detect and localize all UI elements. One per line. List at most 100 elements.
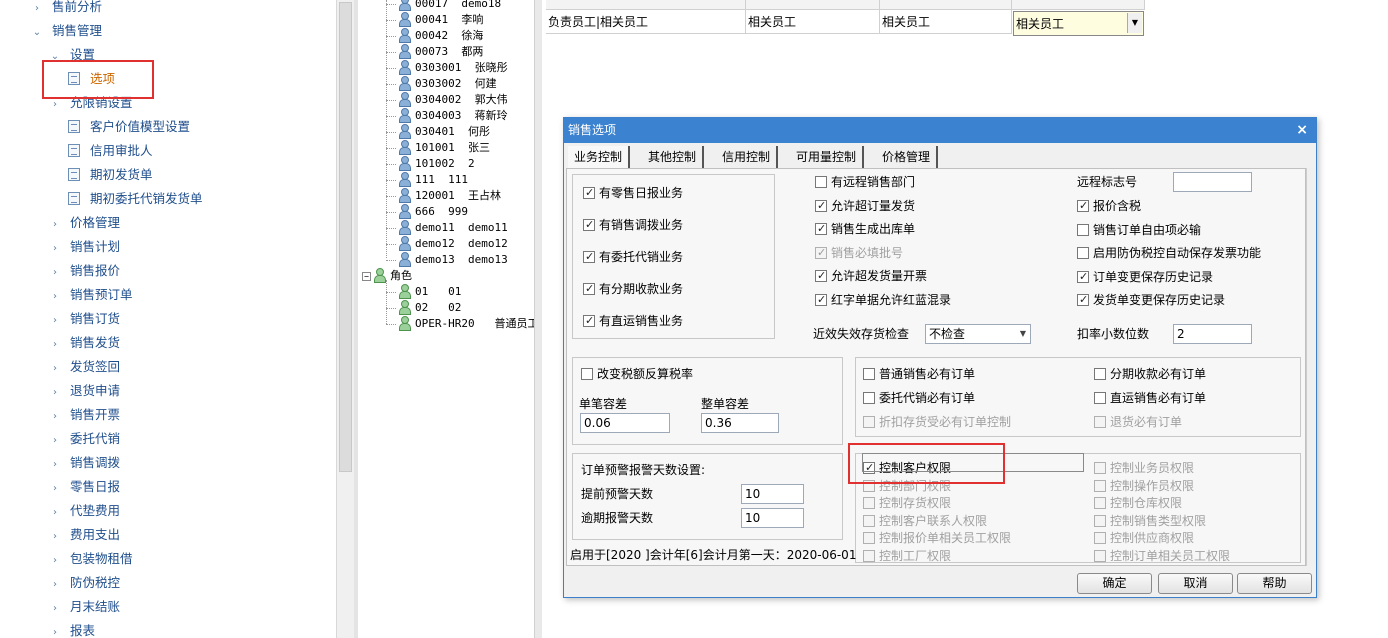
option-checkbox[interactable]: 发货单变更保存历史记录 bbox=[1077, 292, 1225, 308]
dialog-title-bar[interactable]: 销售选项 × bbox=[564, 118, 1316, 143]
cancel-button[interactable]: 取消 bbox=[1158, 573, 1233, 594]
nav-item[interactable]: › 退货申请 bbox=[48, 381, 120, 401]
order-required-checkbox[interactable]: 分期收款必有订单 bbox=[1094, 366, 1206, 382]
tab-price-management[interactable]: 价格管理 bbox=[876, 146, 939, 168]
business-checkbox[interactable]: 有直运销售业务 bbox=[583, 313, 683, 329]
nav-item[interactable]: 信用审批人 bbox=[68, 141, 153, 161]
tree-user-node[interactable]: demo11 demo11 bbox=[386, 220, 508, 236]
checkbox-icon[interactable] bbox=[1077, 198, 1089, 214]
tree-user-node[interactable]: 0304002 郭大伟 bbox=[386, 92, 508, 108]
option-checkbox[interactable]: 报价含税 bbox=[1077, 198, 1141, 214]
option-checkbox[interactable]: 有远程销售部门 bbox=[815, 174, 915, 190]
tree-user-node[interactable]: 101001 张三 bbox=[386, 140, 490, 156]
grid-cell[interactable]: 相关员工 bbox=[746, 10, 880, 34]
tab-business-control[interactable]: 业务控制 bbox=[568, 146, 631, 168]
option-checkbox[interactable]: 红字单据允许红蓝混录 bbox=[815, 292, 951, 308]
tree-user-node[interactable]: 030401 何彤 bbox=[386, 124, 490, 140]
checkbox-icon[interactable] bbox=[1077, 247, 1089, 259]
tree-user-node[interactable]: demo13 demo13 bbox=[386, 252, 508, 268]
option-checkbox[interactable]: 允许超订量发货 bbox=[815, 198, 915, 214]
grid-cell[interactable]: 相关员工 bbox=[880, 10, 1012, 34]
checkbox-icon[interactable] bbox=[1077, 269, 1089, 285]
nav-item[interactable]: › 费用支出 bbox=[48, 525, 120, 545]
tree-user-node[interactable]: 666 999 bbox=[386, 204, 468, 220]
chevron-right-icon[interactable]: › bbox=[48, 551, 62, 571]
grid-combo[interactable]: 相关员工 ▼ bbox=[1013, 11, 1144, 36]
nav-item[interactable]: › 销售订货 bbox=[48, 309, 120, 329]
tree-user-node[interactable]: 0303002 何建 bbox=[386, 76, 497, 92]
chevron-right-icon[interactable]: › bbox=[48, 479, 62, 499]
nav-item[interactable]: › 销售开票 bbox=[48, 405, 120, 425]
chevron-right-icon[interactable]: › bbox=[48, 239, 62, 259]
advance-days-input[interactable]: 10 bbox=[741, 484, 804, 504]
chevron-right-icon[interactable]: › bbox=[48, 455, 62, 475]
chevron-right-icon[interactable]: › bbox=[48, 287, 62, 307]
chevron-right-icon[interactable]: › bbox=[48, 575, 62, 595]
tree-user-node[interactable]: 101002 2 bbox=[386, 156, 475, 172]
tree-user-node[interactable]: demo12 demo12 bbox=[386, 236, 508, 252]
remote-flag-input[interactable] bbox=[1173, 172, 1252, 192]
order-required-checkbox[interactable]: 委托代销必有订单 bbox=[863, 390, 975, 406]
discount-decimals-input[interactable]: 2 bbox=[1173, 324, 1252, 344]
dropdown-arrow-icon[interactable]: ▼ bbox=[1020, 325, 1026, 343]
tree-user-node[interactable]: 00017 demo18 bbox=[386, 0, 501, 12]
chevron-right-icon[interactable]: › bbox=[48, 263, 62, 283]
option-checkbox[interactable]: 销售生成出库单 bbox=[815, 221, 915, 237]
option-checkbox[interactable]: 允许超发货量开票 bbox=[815, 268, 927, 284]
expiry-check-select[interactable]: 不检查 ▼ bbox=[925, 324, 1031, 344]
nav-item[interactable]: › 发货签回 bbox=[48, 357, 120, 377]
order-required-checkbox[interactable]: 普通销售必有订单 bbox=[863, 366, 975, 382]
business-checkbox[interactable]: 有分期收款业务 bbox=[583, 281, 683, 297]
tree-user-node[interactable]: 0303001 张晓彤 bbox=[386, 60, 508, 76]
nav-item[interactable]: › 销售报价 bbox=[48, 261, 120, 281]
checkbox-icon[interactable] bbox=[583, 313, 595, 329]
tree-role-group[interactable]: − 角色 bbox=[362, 268, 412, 284]
tree-user-node[interactable]: 00041 李响 bbox=[386, 12, 483, 28]
chevron-down-icon[interactable]: ⌄ bbox=[30, 23, 44, 43]
tree-user-node[interactable]: 0304003 蒋新玲 bbox=[386, 108, 508, 124]
tab-other-control[interactable]: 其他控制 bbox=[642, 146, 705, 168]
nav-item[interactable]: 客户价值模型设置 bbox=[68, 117, 190, 137]
checkbox-icon[interactable] bbox=[583, 281, 595, 297]
checkbox-icon[interactable] bbox=[863, 368, 875, 380]
nav-item[interactable]: › 月末结账 bbox=[48, 597, 120, 617]
business-checkbox[interactable]: 有委托代销业务 bbox=[583, 249, 683, 265]
option-checkbox[interactable]: 订单变更保存历史记录 bbox=[1077, 269, 1213, 285]
chevron-right-icon[interactable]: › bbox=[48, 311, 62, 331]
nav-item[interactable]: › 零售日报 bbox=[48, 477, 120, 497]
nav-item[interactable]: › 代垫费用 bbox=[48, 501, 120, 521]
chevron-right-icon[interactable]: › bbox=[48, 359, 62, 379]
tree-user-node[interactable]: 111 111 bbox=[386, 172, 468, 188]
tree-role-node[interactable]: OPER-HR20 普通员工 bbox=[386, 316, 534, 332]
option-checkbox[interactable]: 启用防伪税控自动保存发票功能 bbox=[1077, 245, 1261, 261]
nav-item[interactable]: › 防伪税控 bbox=[48, 573, 120, 593]
chevron-right-icon[interactable]: › bbox=[48, 431, 62, 451]
chevron-right-icon[interactable]: › bbox=[48, 503, 62, 523]
nav-item[interactable]: › 销售计划 bbox=[48, 237, 120, 257]
nav-item[interactable]: › 销售发货 bbox=[48, 333, 120, 353]
nav-item[interactable]: › 报表 bbox=[48, 621, 95, 638]
tree-user-node[interactable]: 00042 徐海 bbox=[386, 28, 483, 44]
nav-item[interactable]: › 包装物租借 bbox=[48, 549, 132, 569]
checkbox-icon[interactable] bbox=[581, 368, 593, 380]
dropdown-arrow-icon[interactable]: ▼ bbox=[1127, 13, 1142, 33]
checkbox-icon[interactable] bbox=[1077, 223, 1089, 236]
checkbox-icon[interactable] bbox=[583, 217, 595, 233]
overdue-days-input[interactable]: 10 bbox=[741, 508, 804, 528]
chevron-right-icon[interactable]: › bbox=[48, 383, 62, 403]
nav-scrollbar[interactable] bbox=[336, 0, 354, 638]
help-button[interactable]: 帮助 bbox=[1237, 573, 1312, 594]
tab-availability-control[interactable]: 可用量控制 bbox=[790, 146, 865, 168]
tree-user-node[interactable]: 120001 王占林 bbox=[386, 188, 501, 204]
tree-role-node[interactable]: 01 01 bbox=[386, 284, 461, 300]
nav-item[interactable]: › 销售调拨 bbox=[48, 453, 120, 473]
tab-credit-control[interactable]: 信用控制 bbox=[716, 146, 779, 168]
checkbox-icon[interactable] bbox=[863, 392, 875, 404]
grid-cell[interactable]: 负责员工|相关员工 bbox=[546, 10, 746, 34]
collapse-icon[interactable]: − bbox=[362, 272, 371, 281]
ok-button[interactable]: 确定 bbox=[1077, 573, 1152, 594]
tree-user-node[interactable]: 00073 都两 bbox=[386, 44, 483, 60]
checkbox-icon[interactable] bbox=[1077, 292, 1089, 308]
checkbox-icon[interactable] bbox=[583, 185, 595, 201]
nav-item[interactable]: ⌄ 销售管理 bbox=[30, 21, 102, 41]
